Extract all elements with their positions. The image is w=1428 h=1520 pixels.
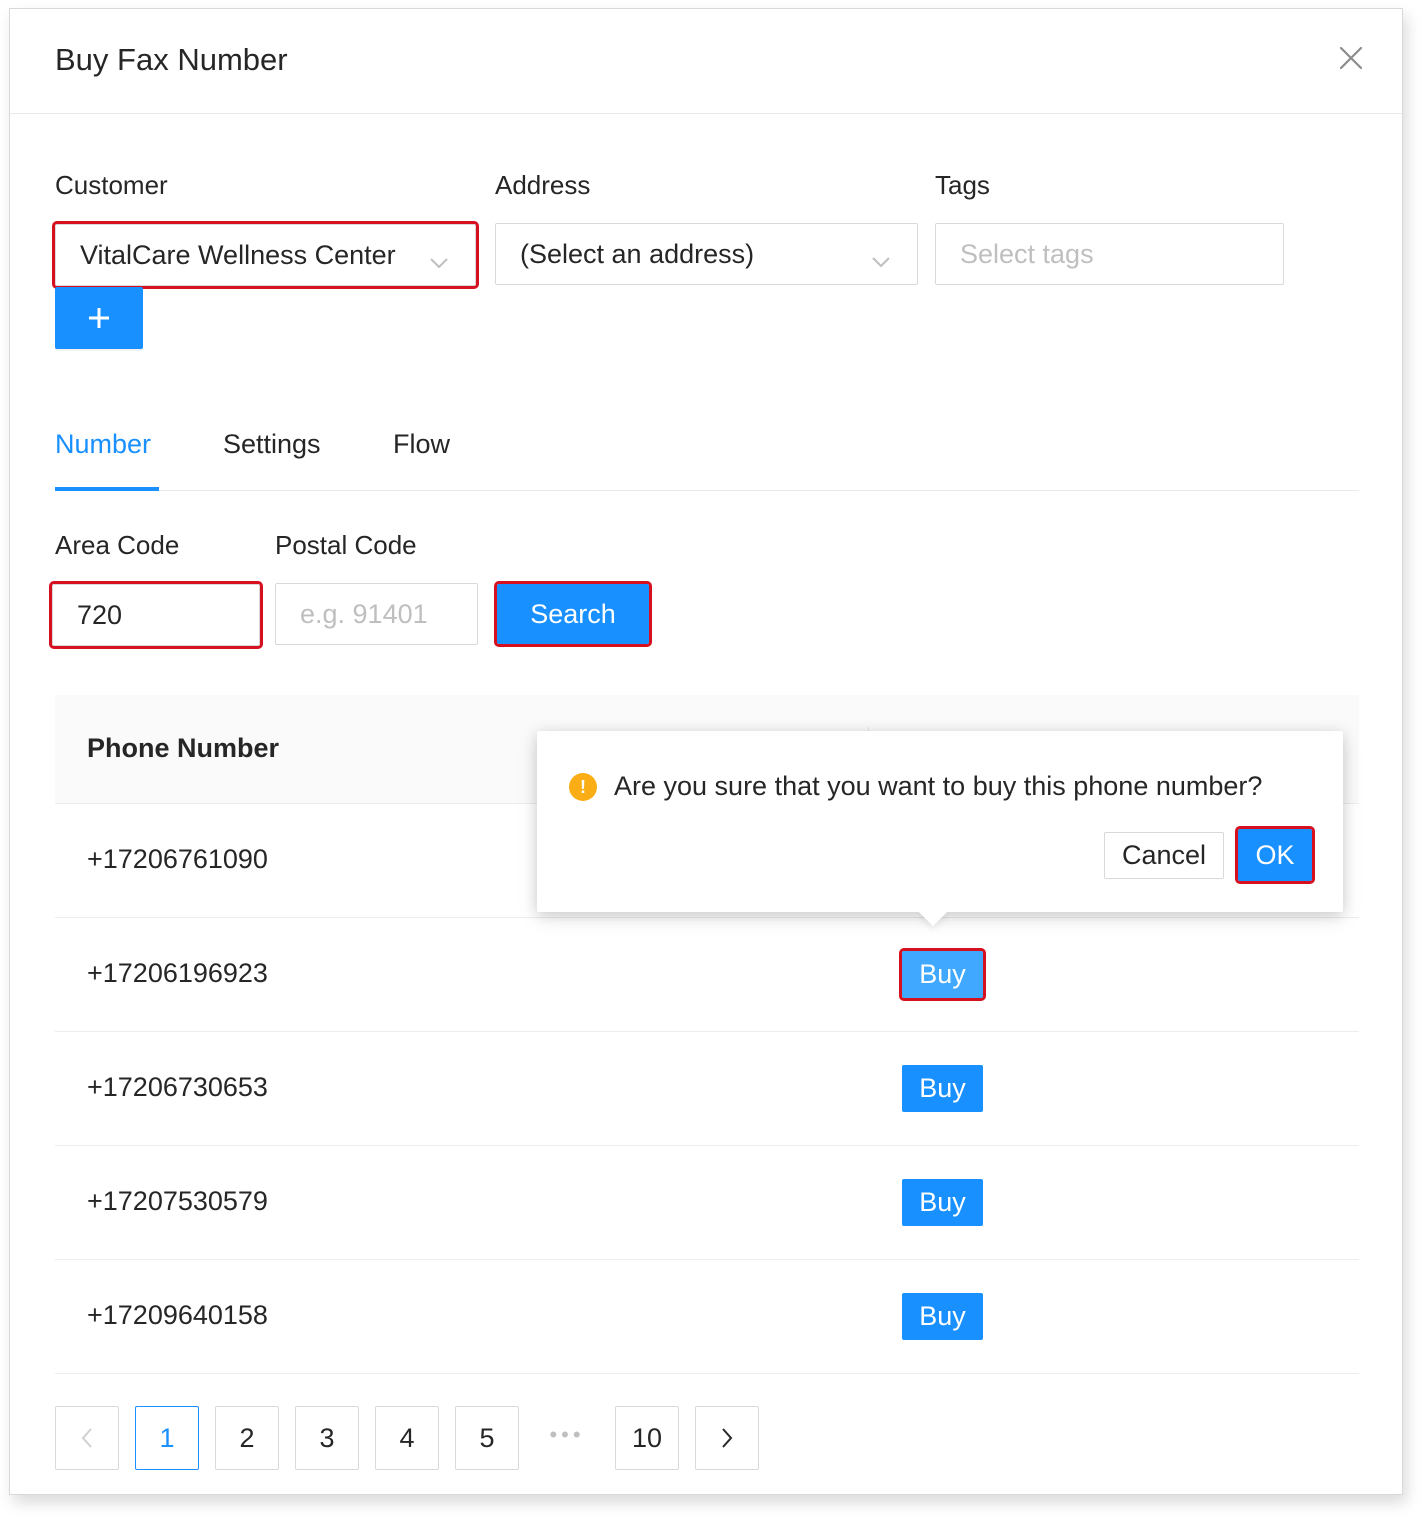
buy-button[interactable]: Buy	[902, 1179, 983, 1226]
address-select[interactable]: (Select an address)	[495, 223, 918, 285]
tags-placeholder: Select tags	[960, 238, 1094, 269]
postal-code-label: Postal Code	[275, 530, 417, 560]
table-row: +17206196923 Buy	[55, 918, 1359, 1032]
prev-page-button[interactable]	[55, 1406, 119, 1470]
confirm-popover: ! Are you sure that you want to buy this…	[537, 731, 1343, 927]
table-row: +17207530579 Buy	[55, 1146, 1359, 1260]
tab-number[interactable]: Number	[55, 429, 151, 460]
tags-label: Tags	[935, 170, 990, 200]
chevron-down-icon	[871, 245, 891, 276]
phone-number-cell: +17206196923	[87, 958, 268, 988]
area-code-input[interactable]: 720	[49, 581, 263, 649]
chevron-left-icon	[81, 1428, 92, 1448]
phone-number-cell: +17207530579	[87, 1186, 268, 1216]
cancel-button[interactable]: Cancel	[1104, 832, 1224, 879]
page-3-button[interactable]: 3	[295, 1406, 359, 1470]
postal-code-input[interactable]: e.g. 91401	[275, 583, 478, 645]
confirm-message: Are you sure that you want to buy this p…	[614, 771, 1263, 801]
phone-number-cell: +17206761090	[87, 844, 268, 874]
tags-select[interactable]: Select tags	[935, 223, 1284, 285]
customer-select-value: VitalCare Wellness Center	[80, 239, 396, 270]
search-button[interactable]: Search	[494, 581, 652, 647]
buy-button[interactable]: Buy	[899, 948, 986, 1001]
plus-icon	[89, 308, 109, 328]
postal-code-placeholder: e.g. 91401	[300, 598, 428, 629]
active-tab-indicator	[55, 487, 159, 491]
phone-number-cell: +17206730653	[87, 1072, 268, 1102]
phone-number-cell: +17209640158	[87, 1300, 268, 1330]
chevron-down-icon	[429, 246, 449, 277]
ok-button[interactable]: OK	[1235, 826, 1315, 884]
address-label: Address	[495, 170, 591, 200]
next-page-button[interactable]	[695, 1406, 759, 1470]
page-2-button[interactable]: 2	[215, 1406, 279, 1470]
popover-body	[537, 731, 1343, 912]
dialog-header: Buy Fax Number	[10, 9, 1402, 114]
more-pages-ellipsis[interactable]: •••	[535, 1422, 599, 1448]
area-code-label: Area Code	[55, 530, 180, 560]
tab-settings[interactable]: Settings	[223, 429, 321, 460]
close-icon[interactable]	[1336, 43, 1366, 73]
add-customer-button[interactable]	[55, 287, 143, 349]
address-select-value: (Select an address)	[520, 238, 755, 269]
customer-select[interactable]: VitalCare Wellness Center	[52, 221, 479, 289]
table-row: +17206730653 Buy	[55, 1032, 1359, 1146]
phone-number-column-header: Phone Number	[87, 733, 280, 763]
table-row: +17209640158 Buy	[55, 1260, 1359, 1374]
dialog-title: Buy Fax Number	[55, 42, 288, 77]
customer-label: Customer	[55, 170, 168, 200]
page-4-button[interactable]: 4	[375, 1406, 439, 1470]
buy-button[interactable]: Buy	[902, 1065, 983, 1112]
buy-button[interactable]: Buy	[902, 1293, 983, 1340]
page-1-button[interactable]: 1	[135, 1406, 199, 1470]
page-5-button[interactable]: 5	[455, 1406, 519, 1470]
page-10-button[interactable]: 10	[615, 1406, 679, 1470]
warning-icon: !	[569, 773, 597, 801]
tab-bar: Number Settings Flow	[55, 409, 1359, 491]
tab-flow[interactable]: Flow	[393, 429, 450, 460]
chevron-right-icon	[722, 1428, 733, 1448]
